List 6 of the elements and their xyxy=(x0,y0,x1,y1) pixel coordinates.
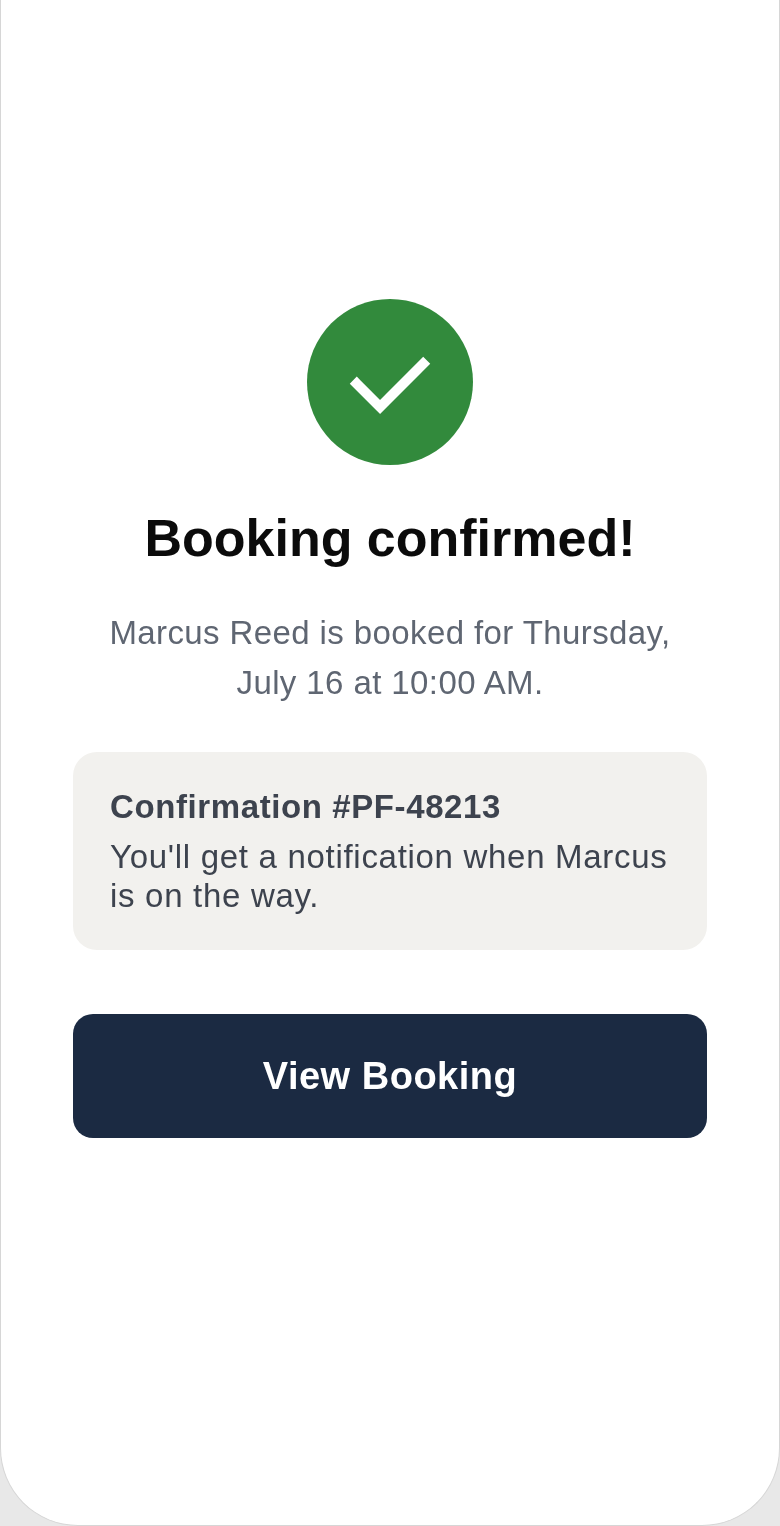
view-booking-button[interactable]: View Booking xyxy=(73,1014,707,1138)
check-circle-icon xyxy=(307,299,473,465)
card-title: Confirmation #PF-48213 xyxy=(110,787,502,827)
confirmation-message: Marcus Reed is booked for Thursday, July 16 at 10:00 AM. xyxy=(108,613,672,703)
card-note: You'll get a notification when Marcus is on the way. xyxy=(110,837,669,915)
page-title: Booking confirmed! xyxy=(144,510,636,566)
